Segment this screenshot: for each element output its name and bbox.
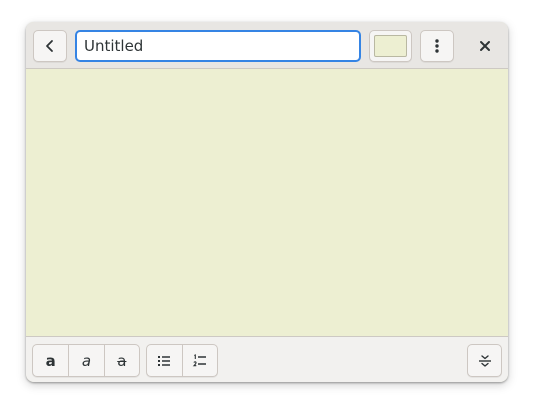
bullet-list-button[interactable] [147, 345, 182, 376]
italic-icon: a [81, 351, 92, 370]
back-button[interactable] [33, 30, 67, 62]
italic-button[interactable]: a [68, 345, 103, 376]
list-format-group [146, 344, 218, 377]
text-format-group: a a a [32, 344, 140, 377]
chevron-left-icon [46, 40, 53, 52]
sticky-note-window: a a a [26, 22, 508, 382]
numbered-list-button[interactable] [181, 345, 217, 376]
close-button[interactable] [472, 33, 498, 59]
note-text-area[interactable] [26, 69, 508, 336]
bullet-list-icon [158, 355, 171, 366]
headerbar [26, 22, 508, 69]
menu-button[interactable] [420, 30, 454, 62]
formatting-toolbar: a a a [26, 336, 508, 382]
color-swatch [374, 35, 407, 57]
strikethrough-button[interactable]: a [103, 345, 139, 376]
close-icon [480, 41, 490, 51]
color-picker-button[interactable] [369, 30, 412, 62]
expand-toolbar-button[interactable] [467, 344, 502, 377]
strikethrough-icon: a [117, 351, 127, 370]
bold-icon: a [45, 351, 56, 370]
expand-toolbar-icon [478, 354, 491, 367]
note-title-input[interactable] [75, 30, 361, 62]
numbered-list-icon [192, 353, 206, 366]
bold-button[interactable]: a [33, 345, 68, 376]
vertical-dots-icon [435, 39, 439, 53]
